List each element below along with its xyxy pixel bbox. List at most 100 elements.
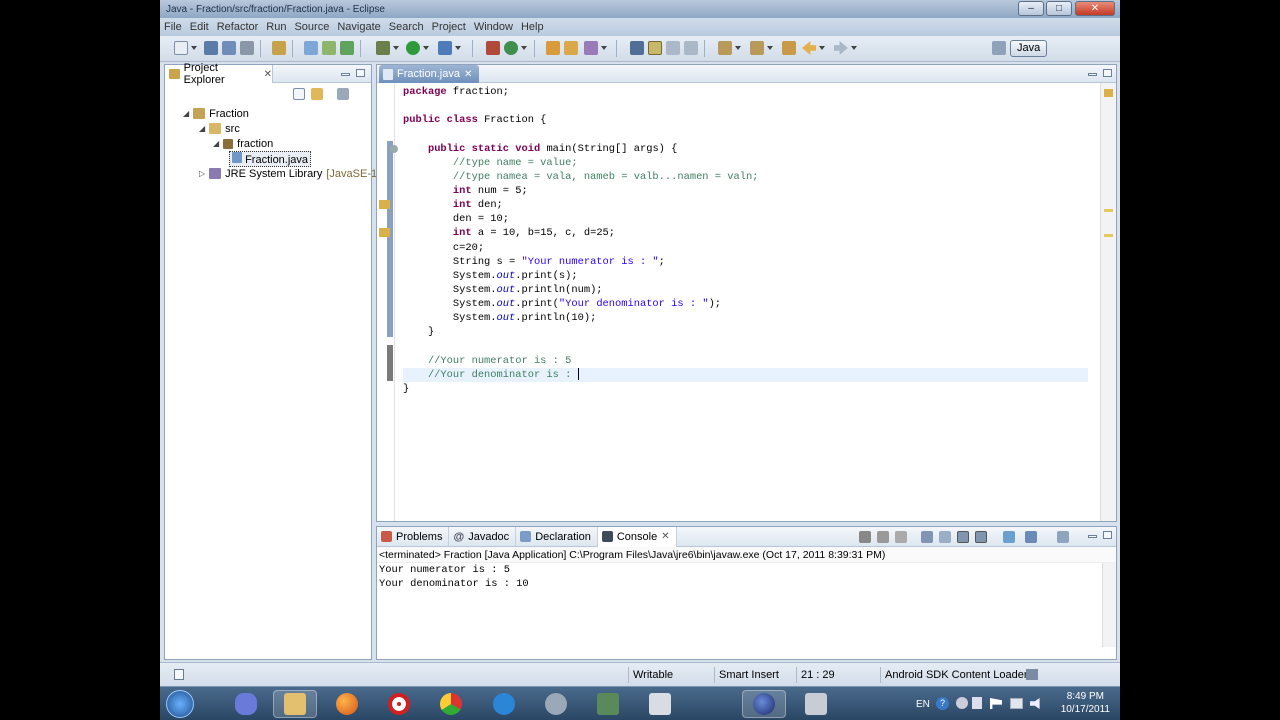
terminate-icon[interactable] — [859, 531, 871, 543]
view-menu-icon[interactable] — [337, 88, 349, 100]
pen-dropdown-icon[interactable] — [601, 46, 607, 50]
warning-marker[interactable] — [1104, 234, 1113, 237]
start-button[interactable] — [160, 690, 200, 718]
next-annotation-icon[interactable] — [718, 41, 732, 55]
back-dropdown-icon[interactable] — [819, 46, 825, 50]
close-icon[interactable]: ✕ — [264, 69, 272, 80]
maximize-view-icon[interactable] — [356, 69, 365, 77]
console-output[interactable]: Your numerator is : 5 Your denominator i… — [377, 563, 1116, 591]
external-tools-icon[interactable] — [438, 41, 452, 55]
menu-window[interactable]: Window — [474, 21, 513, 33]
taskbar-app[interactable] — [482, 690, 526, 718]
tab-javadoc[interactable]: @ Javadoc — [449, 526, 517, 547]
menu-refactor[interactable]: Refactor — [217, 21, 259, 33]
progress-view-icon[interactable] — [1026, 669, 1038, 680]
tab-declaration[interactable]: Declaration — [516, 526, 598, 547]
code-area[interactable]: package fraction; public class Fraction … — [403, 85, 1088, 396]
taskbar-app-eclipse[interactable] — [742, 690, 786, 718]
tab-console[interactable]: Console ✕ — [597, 526, 677, 547]
action-center-flag-icon[interactable] — [990, 698, 1002, 709]
close-window-button[interactable]: ✕ — [1075, 1, 1115, 16]
taskbar-app[interactable] — [224, 690, 268, 718]
debug-icon[interactable] — [376, 41, 390, 55]
tree-jre-row[interactable]: ▷ JRE System Library [JavaSE-1.6] — [199, 166, 389, 181]
avd-dropdown-icon[interactable] — [521, 46, 527, 50]
warning-icon[interactable] — [379, 200, 390, 209]
tree-src-row[interactable]: ◢ src — [199, 121, 240, 136]
taskbar-app[interactable] — [586, 690, 630, 718]
external-tools-dropdown-icon[interactable] — [455, 46, 461, 50]
maximize-button[interactable]: □ — [1046, 1, 1072, 16]
show-whitespace-icon[interactable] — [684, 41, 698, 55]
save-all-icon[interactable] — [222, 41, 236, 55]
taskbar-app[interactable] — [377, 690, 421, 718]
system-clock[interactable]: 8:49 PM 10/17/2011 — [1061, 690, 1110, 716]
pin-console-icon[interactable] — [1003, 531, 1015, 543]
console-vertical-scrollbar[interactable] — [1102, 563, 1116, 647]
warning-marker[interactable] — [1104, 209, 1113, 212]
menu-search[interactable]: Search — [389, 21, 424, 33]
new-java-project-icon[interactable] — [272, 41, 286, 55]
expand-triangle-icon[interactable]: ◢ — [213, 139, 219, 148]
back-icon[interactable] — [802, 41, 816, 55]
taskbar-app[interactable] — [534, 690, 578, 718]
clear-console-icon[interactable] — [921, 531, 933, 543]
minimize-button[interactable]: – — [1018, 1, 1044, 16]
tab-fraction-java[interactable]: Fraction.java ✕ — [379, 65, 479, 83]
remove-launch-icon[interactable] — [877, 531, 889, 543]
taskbar-app[interactable] — [273, 690, 317, 718]
help-icon[interactable]: ? — [936, 697, 949, 710]
menu-file[interactable]: File — [164, 21, 182, 33]
new-icon[interactable] — [174, 41, 188, 55]
run-dropdown-icon[interactable] — [423, 46, 429, 50]
display-console-icon[interactable] — [1025, 531, 1037, 543]
minimize-view-icon[interactable] — [341, 73, 350, 76]
collapsed-triangle-icon[interactable]: ▷ — [199, 169, 205, 178]
tree-file-row[interactable]: Fraction.java — [229, 150, 312, 167]
android-avd-icon[interactable] — [504, 41, 518, 55]
open-type-icon[interactable] — [304, 41, 318, 55]
menu-help[interactable]: Help — [521, 21, 544, 33]
menu-source[interactable]: Source — [294, 21, 329, 33]
selected-file-item[interactable]: Fraction.java — [229, 150, 312, 167]
maximize-view-icon[interactable] — [1103, 531, 1112, 539]
minimize-view-icon[interactable] — [1088, 73, 1097, 76]
tree-package-row[interactable]: ◢ fraction — [213, 136, 273, 151]
pen-icon[interactable] — [584, 41, 598, 55]
taskbar-app[interactable] — [429, 690, 473, 718]
editor-overview-ruler[interactable] — [1100, 83, 1116, 521]
taskbar-app[interactable] — [794, 690, 838, 718]
tray-app-icon[interactable] — [956, 697, 968, 709]
open-perspective-icon[interactable] — [992, 41, 1006, 55]
close-icon[interactable]: ✕ — [661, 531, 669, 542]
forward-dropdown-icon[interactable] — [851, 46, 857, 50]
warning-icon[interactable] — [379, 228, 390, 237]
language-indicator[interactable]: EN — [916, 687, 930, 720]
mark-occurrences-icon[interactable] — [648, 41, 662, 55]
expand-triangle-icon[interactable]: ◢ — [199, 124, 205, 133]
run-icon[interactable] — [406, 41, 420, 55]
show-console-output-icon[interactable] — [957, 531, 969, 543]
debug-dropdown-icon[interactable] — [393, 46, 399, 50]
block-selection-icon[interactable] — [666, 41, 680, 55]
save-icon[interactable] — [204, 41, 218, 55]
show-console-error-icon[interactable] — [975, 531, 987, 543]
collapse-all-icon[interactable] — [293, 88, 305, 100]
taskbar-app[interactable] — [638, 690, 682, 718]
fast-view-icon[interactable] — [174, 669, 184, 680]
java-perspective-button[interactable]: Java — [1010, 40, 1048, 57]
warning-summary-icon[interactable] — [1104, 89, 1113, 97]
next-annotation-dropdown-icon[interactable] — [735, 46, 741, 50]
expand-triangle-icon[interactable]: ◢ — [183, 109, 189, 118]
show-hidden-icons-icon[interactable] — [972, 697, 982, 709]
menu-edit[interactable]: Edit — [190, 21, 209, 33]
open-task-icon[interactable] — [546, 41, 560, 55]
remove-all-icon[interactable] — [895, 531, 907, 543]
last-edit-icon[interactable] — [782, 41, 796, 55]
open-console-icon[interactable] — [1057, 531, 1069, 543]
tab-problems[interactable]: Problems — [377, 526, 450, 547]
minimize-view-icon[interactable] — [1088, 535, 1097, 538]
tree-project-row[interactable]: ◢ Fraction — [183, 106, 249, 121]
menu-navigate[interactable]: Navigate — [337, 21, 380, 33]
scroll-lock-icon[interactable] — [939, 531, 951, 543]
